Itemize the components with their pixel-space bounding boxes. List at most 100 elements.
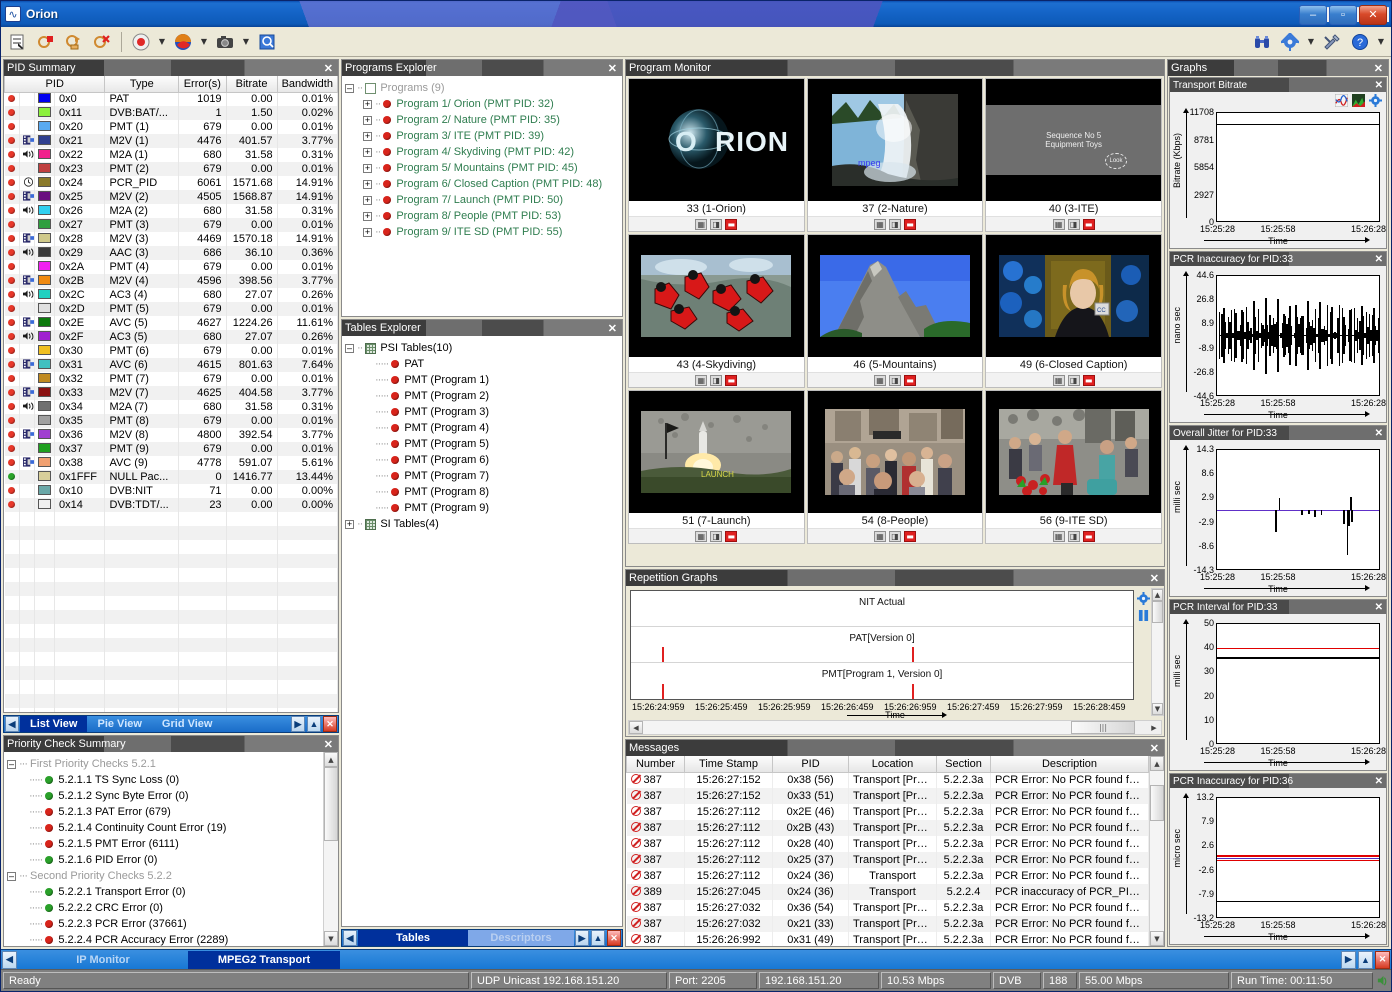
- expand-icon[interactable]: +: [363, 163, 372, 173]
- table-item[interactable]: ····· PAT: [345, 356, 619, 372]
- audio-stream-icon[interactable]: ◨: [888, 218, 901, 230]
- column-header-location[interactable]: Location: [848, 756, 937, 773]
- priority-vertical-scrollbar[interactable]: ▲ ▼: [323, 752, 338, 946]
- graph-plot[interactable]: [1216, 112, 1380, 222]
- program-item[interactable]: + ·· Program 8/ People (PMT PID: 53): [345, 208, 619, 224]
- column-header-bandwidth[interactable]: Bandwidth: [276, 76, 338, 93]
- search-button[interactable]: [254, 30, 280, 54]
- close-icon[interactable]: ✕: [1375, 776, 1383, 787]
- snapshot-dropdown-arrow[interactable]: ▼: [240, 30, 252, 54]
- table-row[interactable]: 0x0 PAT 1019 0.00 0.01%: [4, 92, 338, 106]
- collapse-icon[interactable]: –: [7, 759, 16, 769]
- program-item[interactable]: + ·· Program 6/ Closed Caption (PMT PID: 4…: [345, 176, 619, 192]
- table-row[interactable]: 0x29 AAC (3) 686 36.10 0.36%: [4, 246, 338, 260]
- record-button[interactable]: [128, 30, 154, 54]
- scroll-up-icon[interactable]: ▲: [1150, 756, 1164, 771]
- table-row[interactable]: 0x2B M2V (4) 4596 398.56 3.77%: [4, 274, 338, 288]
- scroll-track[interactable]: [1150, 771, 1164, 931]
- close-icon[interactable]: ✕: [322, 738, 335, 751]
- tables-explorer-body[interactable]: – ·· PSI Tables(10) ····· PAT ····· PMT (Progr…: [342, 336, 622, 926]
- video-stream-icon[interactable]: ▦: [873, 218, 886, 230]
- tab-pie-view[interactable]: Pie View: [87, 716, 151, 732]
- table-row[interactable]: 0x20 PMT (1) 679 0.00 0.01%: [4, 120, 338, 134]
- bottom-next-icon[interactable]: ▶: [1341, 950, 1356, 969]
- table-row[interactable]: 0x14 DVB:TDT/... 23 0.00 0.00%: [4, 498, 338, 512]
- message-row[interactable]: 387 15:26:27:032 0x21 (33) Transport [Pro..…: [626, 916, 1149, 932]
- program-item[interactable]: + ·· Program 3/ ITE (PMT PID: 39): [345, 128, 619, 144]
- video-stream-icon[interactable]: ▦: [1052, 374, 1065, 386]
- program-thumbnail[interactable]: 46 (5-Mountains) ▦ ◨ ▬: [806, 234, 984, 388]
- audio-stream-icon[interactable]: ◨: [888, 374, 901, 386]
- table-row[interactable]: 0x25 M2V (2) 4505 1568.87 14.91%: [4, 190, 338, 204]
- video-stream-icon[interactable]: ▦: [873, 530, 886, 542]
- video-stream-icon[interactable]: ▦: [695, 218, 708, 230]
- table-row[interactable]: 0x35 PMT (8) 679 0.00 0.01%: [4, 414, 338, 428]
- help-dropdown-arrow[interactable]: ▼: [1375, 30, 1387, 54]
- graph-plot[interactable]: [1216, 623, 1380, 744]
- audio-stream-icon[interactable]: ◨: [710, 218, 723, 230]
- view-next-icon[interactable]: ▶: [291, 716, 305, 732]
- column-header-type[interactable]: Type: [104, 76, 180, 93]
- program-thumbnail[interactable]: 56 (9-ITE SD) ▦ ◨ ▬: [985, 390, 1162, 544]
- close-icon[interactable]: ✕: [606, 322, 619, 335]
- priority-check-item[interactable]: ····· 5.2.1.2 Sync Byte Error (0): [7, 788, 320, 804]
- programs-explorer-body[interactable]: – ·· Programs (9) + ·· Program 1/ Orion (PMT …: [342, 76, 622, 316]
- table-item[interactable]: ····· PMT (Program 7): [345, 468, 619, 484]
- tools-button[interactable]: [1319, 30, 1345, 54]
- program-video-preview[interactable]: RION O: [629, 79, 804, 201]
- audio-stream-icon[interactable]: ◨: [1067, 530, 1080, 542]
- area-icon[interactable]: [1352, 94, 1365, 110]
- table-item[interactable]: ····· PMT (Program 2): [345, 388, 619, 404]
- table-row[interactable]: 0x22 M2A (1) 680 31.58 0.31%: [4, 148, 338, 162]
- program-thumbnail[interactable]: Sequence No 5 Equipment Toys Look 40 (3-ITE…: [985, 78, 1162, 232]
- priority-check-item[interactable]: ····· 5.2.2.2 CRC Error (0): [7, 900, 320, 916]
- table-row[interactable]: 0x2A PMT (4) 679 0.00 0.01%: [4, 260, 338, 274]
- tables-next-icon[interactable]: ▶: [575, 930, 589, 946]
- priority-check-item[interactable]: ····· 5.2.1.4 Continuity Count Error (19): [7, 820, 320, 836]
- message-row[interactable]: 387 15:26:27:112 0x25 (37) Transport [Pro..…: [626, 852, 1149, 868]
- record-stream-icon[interactable]: ▬: [725, 218, 738, 230]
- column-header-bitrate[interactable]: Bitrate: [225, 76, 278, 93]
- tab-descriptors[interactable]: Descriptors: [468, 930, 574, 946]
- scroll-up-icon[interactable]: ▲: [1152, 589, 1163, 601]
- table-row[interactable]: 0x2F AC3 (5) 680 27.07 0.26%: [4, 330, 338, 344]
- repetition-vertical-scrollbar[interactable]: ▲ ▼: [1151, 588, 1164, 716]
- record-stream-icon[interactable]: ▬: [725, 530, 738, 542]
- audio-stream-icon[interactable]: ◨: [1067, 218, 1080, 230]
- column-header-errors[interactable]: Error(s): [178, 76, 227, 93]
- column-header-section[interactable]: Section: [936, 756, 991, 773]
- expand-icon[interactable]: +: [363, 179, 372, 189]
- tab-ip-monitor[interactable]: IP Monitor: [18, 951, 188, 969]
- video-stream-icon[interactable]: ▦: [873, 374, 886, 386]
- table-item[interactable]: ····· PMT (Program 4): [345, 420, 619, 436]
- scroll-track[interactable]: [324, 767, 338, 931]
- tables-prev-icon[interactable]: ◀: [343, 930, 357, 946]
- settings-dropdown-arrow[interactable]: ▼: [1305, 30, 1317, 54]
- program-thumbnail[interactable]: mpeg 37 (2-Nature) ▦ ◨ ▬: [806, 78, 984, 232]
- priority-group[interactable]: – ··· First Priority Checks 5.2.1: [7, 756, 320, 772]
- column-header-description[interactable]: Description: [990, 756, 1149, 773]
- program-item[interactable]: + ·· Program 9/ ITE SD (PMT PID: 55): [345, 224, 619, 240]
- table-item[interactable]: ····· PMT (Program 9): [345, 500, 619, 516]
- expand-icon[interactable]: +: [363, 99, 372, 109]
- collapse-icon[interactable]: –: [345, 83, 354, 93]
- pid-summary-body[interactable]: PID Type Error(s) Bitrate Bandwidth 0x0 P…: [4, 76, 338, 712]
- scroll-track[interactable]: [1152, 601, 1163, 703]
- message-row[interactable]: 387 15:26:27:152 0x33 (51) Transport [Pro..…: [626, 788, 1149, 804]
- table-row[interactable]: 0x10 DVB:NIT 71 0.00 0.00%: [4, 484, 338, 498]
- analyze-dropdown-arrow[interactable]: ▼: [198, 30, 210, 54]
- close-icon[interactable]: ✕: [1148, 742, 1161, 755]
- tables-restore-icon[interactable]: ▲: [591, 930, 605, 946]
- scroll-down-icon[interactable]: ▼: [324, 931, 338, 946]
- curve-icon[interactable]: [1334, 93, 1349, 110]
- graph-plot[interactable]: [1216, 275, 1380, 396]
- scroll-right-icon[interactable]: ▶: [1147, 721, 1161, 734]
- repetition-horizontal-scrollbar[interactable]: ◀ ||| ▶: [628, 720, 1162, 735]
- program-thumbnail[interactable]: RION O 33 (1-Orion) ▦ ◨ ▬: [628, 78, 805, 232]
- scroll-down-icon[interactable]: ▼: [1150, 931, 1164, 946]
- settings-gear-button[interactable]: [1277, 30, 1303, 54]
- video-stream-icon[interactable]: ▦: [1052, 218, 1065, 230]
- expand-icon[interactable]: +: [363, 195, 372, 205]
- audio-stream-icon[interactable]: ◨: [710, 530, 723, 542]
- table-row[interactable]: 0x36 M2V (8) 4800 392.54 3.77%: [4, 428, 338, 442]
